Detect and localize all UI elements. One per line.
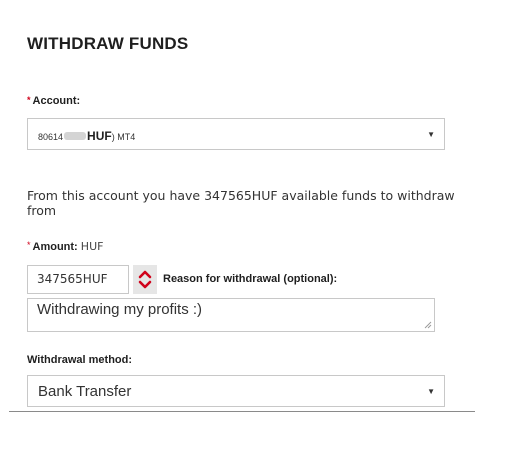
caret-down-icon: ▼ xyxy=(427,130,435,139)
amount-label: Amount: xyxy=(32,241,78,253)
info-amount: 347565HUF xyxy=(204,188,278,203)
account-currency: HUF xyxy=(87,129,112,143)
amount-currency: HUF xyxy=(80,240,104,253)
up-down-arrow-icon[interactable] xyxy=(133,265,157,294)
reason-label: Reason for withdrawal (optional): xyxy=(163,273,338,285)
caret-down-icon: ▼ xyxy=(427,387,435,396)
required-asterisk: * xyxy=(27,240,31,250)
reason-text: Withdrawing my profits :) xyxy=(37,301,203,318)
page-title: WITHDRAW FUNDS xyxy=(27,34,189,53)
account-label: Account: xyxy=(32,95,81,107)
amount-input[interactable]: 347565HUF xyxy=(27,265,129,294)
account-type: ) MT4 xyxy=(111,132,136,142)
available-funds-info: From this account you have 347565HUF ava… xyxy=(27,188,457,218)
reason-textarea[interactable]: Withdrawing my profits :) xyxy=(27,298,435,332)
withdrawal-method-label: Withdrawal method: xyxy=(27,354,133,366)
account-number: 80614 xyxy=(38,132,64,142)
withdrawal-method-select[interactable]: Bank Transfer ▼ xyxy=(27,375,445,407)
account-label-group: * Account: xyxy=(27,95,80,107)
section-divider xyxy=(9,411,475,412)
amount-stepper[interactable] xyxy=(133,265,157,294)
withdrawal-method-value: Bank Transfer xyxy=(38,383,132,400)
required-asterisk: * xyxy=(27,95,31,105)
amount-label-group: * Amount: HUF xyxy=(27,240,103,253)
redacted-digits xyxy=(64,131,87,140)
info-text-before: From this account you have xyxy=(27,188,205,203)
account-select[interactable]: 80614 HUF) MT4 ▼ xyxy=(27,118,445,150)
resize-grip-icon[interactable] xyxy=(424,321,432,329)
